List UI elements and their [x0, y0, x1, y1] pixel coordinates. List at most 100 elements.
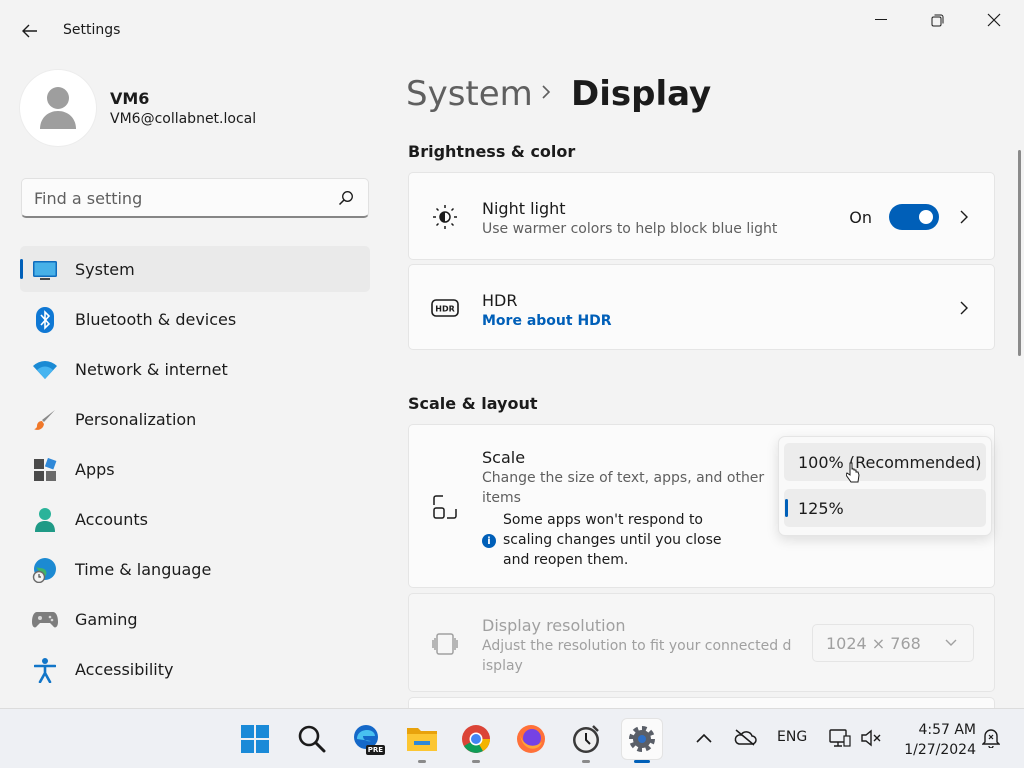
accounts-icon [32, 507, 58, 533]
firefox-button[interactable] [513, 721, 549, 757]
cloud-offline-icon [734, 729, 757, 746]
file-explorer-button[interactable] [404, 721, 440, 763]
chrome-icon [462, 725, 490, 753]
title-bar: Settings [0, 0, 1024, 60]
sidebar-nav: System Bluetooth & devices Network & int… [20, 246, 370, 696]
network-monitor-icon [829, 729, 851, 747]
volume-button[interactable] [861, 729, 881, 751]
svg-text:HDR: HDR [435, 305, 455, 314]
more-about-hdr-link[interactable]: More about HDR [482, 313, 612, 329]
scale-icon [431, 493, 459, 521]
maximize-icon [931, 14, 943, 26]
chrome-button[interactable] [458, 721, 494, 763]
resolution-desc: Adjust the resolution to fit your connec… [482, 638, 792, 674]
sidebar-item-label: Time & language [75, 560, 212, 579]
sidebar-item-time-language[interactable]: Time & language [20, 546, 370, 592]
onedrive-button[interactable] [733, 728, 757, 750]
app-title: Settings [63, 22, 121, 38]
night-light-card[interactable]: Night light Use warmer colors to help bl… [408, 172, 995, 260]
start-icon [241, 725, 269, 753]
scale-dropdown-menu: 100% (Recommended) 125% [778, 436, 992, 536]
sidebar-item-network[interactable]: Network & internet [20, 346, 370, 392]
settings-taskbar-button[interactable] [622, 719, 662, 763]
edge-pre-button[interactable]: PRE [349, 721, 385, 757]
maximize-button[interactable] [914, 6, 960, 34]
sidebar-item-gaming[interactable]: Gaming [20, 596, 370, 642]
resolution-value: 1024 × 768 [826, 634, 921, 653]
back-button[interactable] [14, 18, 46, 44]
sidebar-item-accessibility[interactable]: Accessibility [20, 646, 370, 692]
sidebar-item-accounts[interactable]: Accounts [20, 496, 370, 542]
running-indicator [582, 760, 590, 763]
language-indicator[interactable]: ENG [777, 729, 807, 745]
scale-option-125[interactable]: 125% [784, 489, 986, 527]
sidebar-item-label: Accounts [75, 510, 148, 529]
wifi-icon [32, 357, 58, 383]
sidebar-item-apps[interactable]: Apps [20, 446, 370, 492]
scale-info-text: Some apps won't respond to scaling chang… [503, 512, 722, 568]
section-title-scale-layout: Scale & layout [408, 394, 538, 413]
night-light-toggle[interactable] [889, 204, 939, 230]
settings-icon [629, 726, 655, 752]
night-light-desc: Use warmer colors to help block blue lig… [482, 221, 778, 237]
search-input[interactable] [34, 187, 324, 209]
sidebar-item-label: Bluetooth & devices [75, 310, 237, 329]
accessibility-icon [32, 657, 58, 683]
sidebar-item-label: Network & internet [75, 360, 228, 379]
search-box [21, 178, 369, 218]
close-icon [987, 13, 1001, 27]
breadcrumb-parent[interactable]: System [406, 74, 533, 114]
scale-desc: Change the size of text, apps, and other… [482, 470, 765, 506]
show-hidden-icons-button[interactable] [696, 731, 712, 747]
scale-option-100[interactable]: 100% (Recommended) [784, 443, 986, 481]
night-light-icon [431, 203, 459, 231]
resolution-title: Display resolution [482, 616, 626, 635]
sidebar-item-bluetooth[interactable]: Bluetooth & devices [20, 296, 370, 342]
scrollbar[interactable] [1018, 150, 1021, 356]
night-light-title: Night light [482, 199, 566, 218]
clock-app-icon [573, 725, 599, 753]
file-explorer-icon [407, 728, 437, 751]
taskbar-clock[interactable]: 4:57 AM 1/27/2024 [896, 720, 976, 760]
search-icon[interactable] [338, 190, 354, 206]
hdr-title: HDR [482, 291, 518, 310]
info-icon: i [482, 534, 496, 548]
page-title: Display [571, 74, 712, 114]
avatar[interactable] [20, 70, 96, 146]
notifications-button[interactable] [981, 728, 1001, 752]
firefox-icon [517, 725, 545, 753]
user-email: VM6@collabnet.local [110, 111, 257, 127]
resolution-icon [431, 630, 459, 658]
system-icon [32, 257, 58, 283]
taskbar: PRE ENG 4:57 AM 1/27/2024 [0, 708, 1024, 768]
active-indicator [634, 760, 650, 763]
hdr-icon: HDR [431, 294, 459, 322]
network-button[interactable] [829, 728, 851, 752]
chevron-down-icon [945, 639, 957, 646]
section-title-brightness: Brightness & color [408, 142, 576, 161]
sidebar-item-label: Apps [75, 460, 115, 479]
start-button[interactable] [237, 721, 273, 757]
bluetooth-icon [32, 307, 58, 333]
minimize-icon [875, 19, 887, 20]
clock-app-button[interactable] [568, 721, 604, 763]
resolution-select[interactable]: 1024 × 768 [812, 624, 974, 662]
hdr-card[interactable]: HDR HDR More about HDR [408, 264, 995, 350]
night-light-state: On [849, 208, 872, 227]
chevron-right-icon [960, 301, 968, 315]
gamepad-icon [32, 607, 58, 633]
back-arrow-icon [22, 24, 37, 38]
search-icon [298, 725, 326, 753]
edge-pre-badge: PRE [365, 745, 385, 755]
chevron-up-icon [696, 733, 712, 743]
user-name: VM6 [110, 89, 150, 108]
sidebar-item-label: Accessibility [75, 660, 174, 679]
sidebar-item-personalization[interactable]: Personalization [20, 396, 370, 442]
taskbar-search-button[interactable] [294, 721, 330, 757]
running-indicator [418, 760, 426, 763]
minimize-button[interactable] [858, 6, 904, 34]
close-button[interactable] [971, 6, 1017, 34]
running-indicator [472, 760, 480, 763]
clock-date: 1/27/2024 [904, 742, 976, 758]
sidebar-item-system[interactable]: System [20, 246, 370, 292]
